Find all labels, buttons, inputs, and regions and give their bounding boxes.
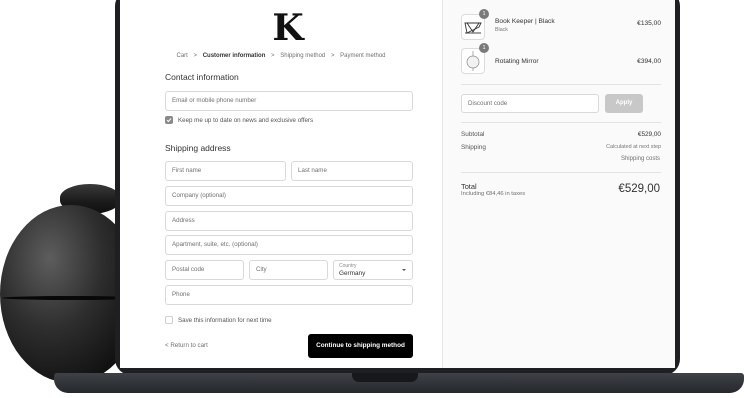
product-name: Rotating Mirror <box>495 58 539 65</box>
shipping-label: Shipping <box>461 144 486 151</box>
country-label: Country <box>339 263 357 269</box>
phone-field[interactable]: Phone <box>165 285 413 305</box>
subtotal-row: Subtotal €529,00 <box>461 131 661 138</box>
taxes-note: Including €84,46 in taxes <box>461 191 526 197</box>
country-value: Germany <box>339 270 366 277</box>
country-select[interactable]: Country Germany <box>333 260 413 280</box>
address-field[interactable]: Address <box>165 211 413 231</box>
book-keeper-icon <box>464 22 482 34</box>
product-mockup: K Cart > Customer information > Shipping… <box>0 0 744 398</box>
breadcrumb-payment-method: Payment method <box>340 53 386 59</box>
brand-logo-letter: K <box>272 9 305 42</box>
checkout-screen: K Cart > Customer information > Shipping… <box>120 0 675 368</box>
shipping-row: Shipping Calculated at next step <box>461 144 661 151</box>
breadcrumb-cart[interactable]: Cart <box>177 53 188 59</box>
laptop-notch <box>352 373 418 382</box>
quantity-badge: 1 <box>479 9 489 19</box>
save-info-checkbox[interactable] <box>165 316 173 324</box>
brand-logo-icon[interactable]: K <box>270 9 306 42</box>
breadcrumb-shipping-method: Shipping method <box>280 53 326 59</box>
apply-discount-button[interactable]: Apply <box>605 94 643 113</box>
subtotal-label: Subtotal <box>461 131 485 138</box>
company-field[interactable]: Company (optional) <box>165 186 413 206</box>
first-name-field[interactable]: First name <box>165 161 286 181</box>
total-value: €529,00 <box>618 183 660 195</box>
apartment-field[interactable]: Apartment, suite, etc. (optional) <box>165 235 413 255</box>
product-price: €394,00 <box>637 58 661 65</box>
newsletter-checkbox[interactable] <box>165 116 173 124</box>
quantity-badge: 1 <box>479 43 489 53</box>
divider <box>461 172 661 173</box>
total-label: Total <box>461 182 477 191</box>
subtotal-value: €529,00 <box>637 131 661 138</box>
continue-to-shipping-button[interactable]: Continue to shipping method <box>308 334 413 358</box>
checkmark-icon <box>166 118 172 123</box>
chevron-down-icon <box>402 269 406 271</box>
discount-code-field[interactable]: Discount code <box>461 94 599 113</box>
last-name-field[interactable]: Last name <box>291 161 413 181</box>
divider <box>461 122 661 123</box>
postal-code-field[interactable]: Postal code <box>165 260 244 280</box>
breadcrumb: Cart > Customer information > Shipping m… <box>120 53 442 59</box>
divider <box>461 84 661 85</box>
product-name: Book Keeper | Black <box>495 18 555 25</box>
mirror-icon <box>466 51 480 71</box>
save-info-checkbox-row[interactable]: Save this information for next time <box>165 316 272 324</box>
contact-information-heading: Contact information <box>165 72 239 82</box>
shipping-address-heading: Shipping address <box>165 143 231 153</box>
order-item: 1 Rotating Mirror €394,00 <box>461 43 661 76</box>
email-field[interactable]: Email or mobile phone number <box>165 91 413 111</box>
return-to-cart-link[interactable]: < Return to cart <box>165 342 208 349</box>
city-field[interactable]: City <box>249 260 328 280</box>
chevron-right-icon: > <box>330 53 335 59</box>
shipping-value: Calculated at next step <box>606 144 661 150</box>
chevron-right-icon: > <box>271 53 275 59</box>
order-item: 1 Book Keeper | Black Black €135,00 <box>461 9 661 42</box>
newsletter-checkbox-row[interactable]: Keep me up to date on news and exclusive… <box>165 116 313 124</box>
checkout-form: K Cart > Customer information > Shipping… <box>120 0 442 368</box>
chevron-right-icon: > <box>193 53 198 59</box>
newsletter-label: Keep me up to date on news and exclusive… <box>178 116 314 124</box>
shipping-costs-link[interactable]: Shipping costs <box>621 156 660 162</box>
save-info-label: Save this information for next time <box>178 316 272 324</box>
breadcrumb-customer-information: Customer information <box>202 53 266 59</box>
product-variant: Black <box>495 27 508 33</box>
product-price: €135,00 <box>637 20 661 27</box>
order-summary: 1 Book Keeper | Black Black €135,00 1 Ro… <box>442 0 675 368</box>
